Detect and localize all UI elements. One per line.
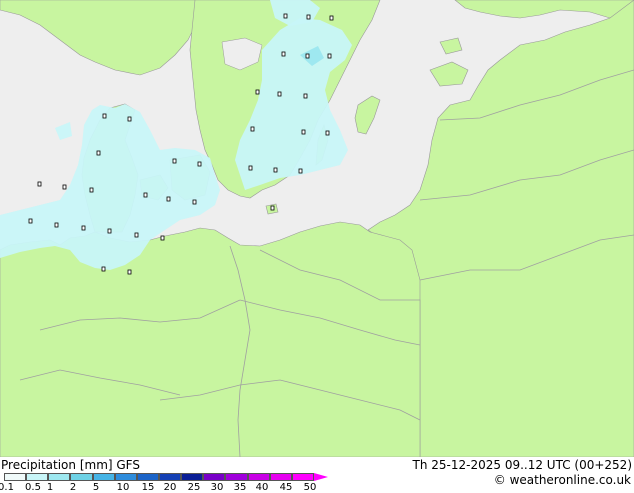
legend-color-swatch (181, 473, 204, 481)
map-footer: Precipitation [mm] GFS Th 25-12-2025 09.… (0, 457, 634, 493)
legend-color-swatch (4, 473, 27, 481)
legend-tick-label: 35 (233, 482, 247, 493)
legend-color-swatch (70, 473, 93, 481)
precipitation-color-scale (4, 473, 330, 481)
legend-color-swatch (136, 473, 159, 481)
legend-color-swatch (269, 473, 292, 481)
legend-color-swatch (225, 473, 248, 481)
legend-color-swatch (159, 473, 182, 481)
legend-tick-label: 5 (92, 482, 100, 493)
legend-tick-label: 40 (255, 482, 269, 493)
legend-tick-label: 25 (187, 482, 201, 493)
legend-color-swatch (247, 473, 270, 481)
legend-color-swatch (114, 473, 137, 481)
credit-link[interactable]: © weatheronline.co.uk (494, 473, 631, 487)
legend-tick-label: 15 (141, 482, 155, 493)
legend-color-swatch (48, 473, 71, 481)
legend-arrow (314, 473, 328, 481)
legend-tick-label: 0.5 (25, 482, 41, 493)
legend-tick-label: 20 (163, 482, 177, 493)
land-continent (0, 221, 421, 457)
legend-tick-label: 10 (116, 482, 130, 493)
legend-tick-label: 50 (303, 482, 317, 493)
legend-tick-label: 45 (279, 482, 293, 493)
legend-color-swatch (92, 473, 115, 481)
product-title: Precipitation [mm] GFS (1, 458, 140, 472)
legend-tick-label: 0.1 (0, 482, 14, 493)
legend-color-swatch (203, 473, 226, 481)
legend-tick-label: 2 (69, 482, 77, 493)
legend-color-swatch (26, 473, 49, 481)
legend-tick-label: 30 (210, 482, 224, 493)
legend-color-swatch (291, 473, 314, 481)
precipitation-map (0, 0, 634, 457)
valid-time: Th 25-12-2025 09..12 UTC (00+252) (412, 458, 632, 472)
legend-tick-label: 1 (46, 482, 54, 493)
